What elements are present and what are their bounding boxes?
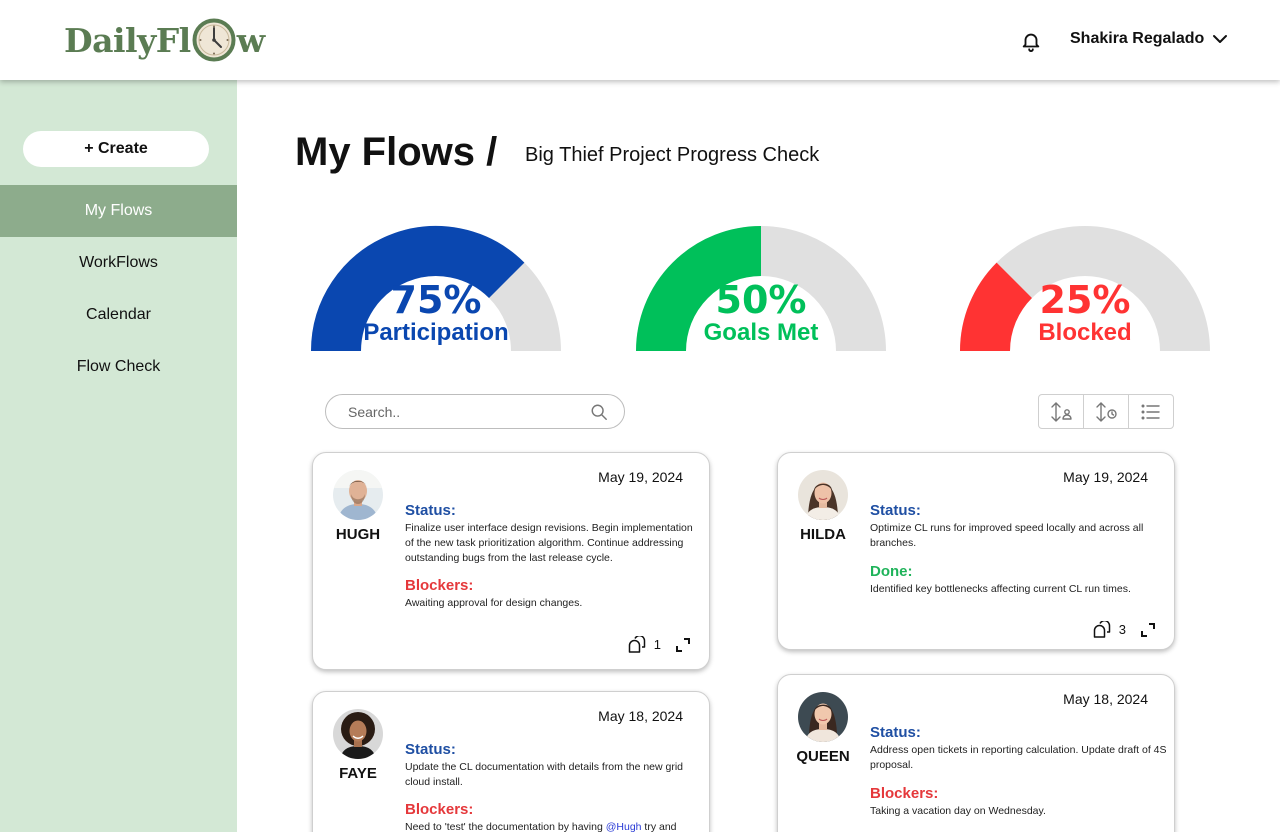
card-footer: 1 bbox=[628, 636, 691, 653]
done-heading: Done: bbox=[870, 563, 913, 580]
blockers-text: Need to 'test' the documentation by havi… bbox=[405, 820, 703, 832]
user-name: Shakira Regalado bbox=[1070, 30, 1205, 47]
person-name: HUGH bbox=[335, 526, 381, 543]
avatar bbox=[798, 470, 848, 520]
dailyflow-logo[interactable]: DailyFl w bbox=[64, 14, 265, 66]
card-date: May 19, 2024 bbox=[1063, 469, 1148, 485]
status-heading: Status: bbox=[870, 724, 921, 741]
comment-count: 1 bbox=[653, 637, 661, 652]
gauge-value: 25% bbox=[1039, 278, 1131, 322]
search-bar bbox=[325, 394, 625, 429]
top-header: DailyFl w Shakira Regalado bbox=[0, 0, 1280, 80]
blockers-text-end: try and bbox=[641, 821, 677, 832]
list-icon bbox=[1141, 404, 1160, 419]
logo-text-end: w bbox=[236, 20, 265, 60]
expand-icon[interactable] bbox=[1140, 622, 1156, 638]
page-title: My Flows / bbox=[295, 130, 498, 174]
card-footer: 3 bbox=[1093, 621, 1156, 638]
avatar bbox=[333, 709, 383, 759]
chevron-down-icon bbox=[1213, 35, 1228, 43]
status-text: Update the CL documentation with details… bbox=[405, 761, 684, 788]
status-heading: Status: bbox=[405, 741, 456, 758]
user-mention[interactable]: @Hugh bbox=[606, 821, 642, 832]
sidebar-item-my-flows[interactable]: My Flows bbox=[0, 185, 237, 237]
sidebar-item-calendar[interactable]: Calendar bbox=[0, 289, 237, 341]
sort-time-icon bbox=[1096, 401, 1117, 422]
card-date: May 19, 2024 bbox=[598, 469, 683, 485]
comment-icon[interactable] bbox=[628, 636, 646, 653]
goals-met-gauge: 50% Goals Met bbox=[635, 225, 887, 355]
card-date: May 18, 2024 bbox=[598, 708, 683, 724]
gauge-label: Participation bbox=[363, 319, 509, 346]
page-subtitle: Big Thief Project Progress Check bbox=[525, 144, 820, 166]
clock-icon bbox=[192, 18, 236, 62]
logo-text-start: DailyFl bbox=[64, 20, 191, 60]
gauge-value: 50% bbox=[715, 278, 807, 322]
flow-card-faye[interactable]: FAYE May 18, 2024 Status: Update the CL … bbox=[312, 691, 710, 832]
person-name: FAYE bbox=[339, 765, 377, 782]
done-text: Identified key bottlenecks affecting cur… bbox=[870, 583, 1131, 595]
blocked-gauge: 25% Blocked bbox=[959, 225, 1211, 355]
status-heading: Status: bbox=[405, 502, 456, 519]
comment-count: 3 bbox=[1118, 622, 1126, 637]
sidebar-item-flow-check[interactable]: Flow Check bbox=[0, 341, 237, 393]
sort-person-icon bbox=[1051, 401, 1072, 422]
status-text: Finalize user interface design revisions… bbox=[405, 522, 693, 564]
create-button[interactable]: + Create bbox=[23, 131, 209, 167]
bell-icon[interactable] bbox=[1020, 30, 1042, 52]
blockers-heading: Blockers: bbox=[405, 801, 474, 818]
sidebar-item-workflows[interactable]: WorkFlows bbox=[0, 237, 237, 289]
flow-card-queen[interactable]: QUEEN May 18, 2024 Status: Address open … bbox=[777, 674, 1175, 832]
expand-icon[interactable] bbox=[675, 637, 691, 653]
avatar bbox=[798, 692, 848, 742]
search-icon[interactable] bbox=[590, 403, 608, 421]
status-text: Address open tickets in reporting calcul… bbox=[870, 744, 1167, 771]
blockers-heading: Blockers: bbox=[870, 785, 939, 802]
avatar bbox=[333, 470, 383, 520]
search-input[interactable] bbox=[348, 403, 588, 421]
gauge-label: Goals Met bbox=[703, 319, 819, 346]
blockers-text: Taking a vacation day on Wednesday. bbox=[870, 805, 1046, 817]
sort-by-person-button[interactable] bbox=[1039, 395, 1084, 428]
blockers-heading: Blockers: bbox=[405, 577, 474, 594]
sidebar: + Create My Flows WorkFlows Calendar Flo… bbox=[0, 80, 237, 832]
participation-gauge: 75% Participation bbox=[310, 225, 562, 355]
blockers-text-start: Need to 'test' the documentation by havi… bbox=[405, 821, 606, 832]
view-toolbar bbox=[1038, 394, 1174, 429]
status-text: Optimize CL runs for improved speed loca… bbox=[870, 522, 1144, 549]
status-heading: Status: bbox=[870, 502, 921, 519]
person-name: QUEEN bbox=[796, 748, 850, 765]
sort-by-time-button[interactable] bbox=[1084, 395, 1129, 428]
card-date: May 18, 2024 bbox=[1063, 691, 1148, 707]
blockers-text: Awaiting approval for design changes. bbox=[405, 597, 583, 609]
user-menu[interactable]: Shakira Regalado bbox=[1070, 30, 1228, 48]
gauge-value: 75% bbox=[390, 278, 482, 322]
comment-icon[interactable] bbox=[1093, 621, 1111, 638]
gauge-label: Blocked bbox=[1038, 319, 1132, 346]
list-view-button[interactable] bbox=[1129, 395, 1173, 428]
flow-card-hilda[interactable]: HILDA May 19, 2024 Status: Optimize CL r… bbox=[777, 452, 1175, 650]
flow-card-hugh[interactable]: HUGH May 19, 2024 Status: Finalize user … bbox=[312, 452, 710, 670]
person-name: HILDA bbox=[800, 526, 846, 543]
